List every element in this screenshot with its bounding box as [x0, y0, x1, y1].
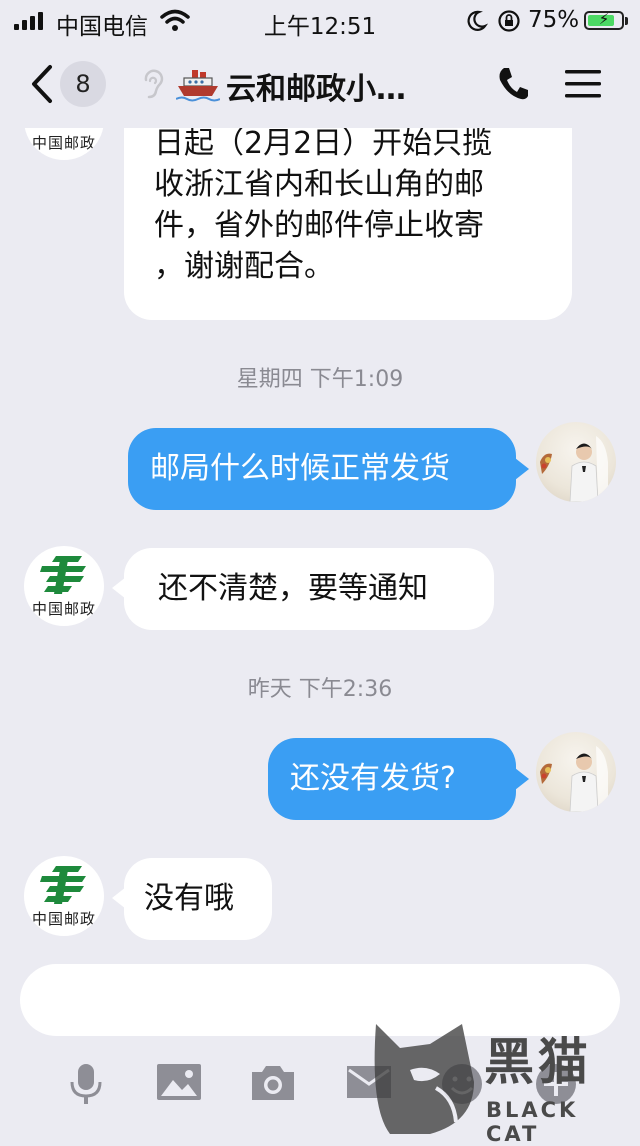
china-post-avatar[interactable]: 中国邮政 [24, 128, 104, 160]
timestamp: 星期四 下午1:09 [236, 367, 404, 392]
image-icon[interactable] [156, 1062, 202, 1102]
ship-icon [176, 70, 220, 102]
message-list[interactable]: 中国邮政 通知，现受疫情影响，明 日起（2月2日）开始只揽 收浙江省内和长山角的… [0, 128, 640, 944]
battery-percent: 75% [528, 7, 580, 33]
ear-icon [144, 69, 164, 99]
message-bubble-outgoing[interactable]: 还没有发货? [268, 738, 516, 820]
unread-badge[interactable]: 8 [60, 61, 106, 107]
china-post-avatar[interactable]: 中国邮政 [24, 856, 104, 936]
china-post-logo-icon [40, 556, 86, 594]
message-text: 邮局什么时候正常发货 [150, 451, 450, 486]
message-bubble-incoming[interactable]: 没有哦 [124, 858, 272, 940]
status-bar: 中国电信 上午12:51 75% ⚡ [0, 0, 640, 42]
avatar-label: 中国邮政 [32, 910, 97, 928]
avatar-label: 中国邮政 [32, 600, 97, 618]
timestamp: 昨天 下午2:36 [247, 677, 393, 702]
message-text: 日起（2月2日）开始只揽 收浙江省内和长山角的邮 件，省外的邮件停止收寄 ，谢谢… [154, 128, 493, 284]
china-post-logo-icon [40, 866, 86, 904]
message-bubble-incoming[interactable]: 还不清楚，要等通知 [124, 548, 494, 630]
microphone-icon[interactable] [68, 1062, 104, 1106]
user-avatar[interactable] [536, 422, 616, 502]
phone-icon[interactable] [496, 66, 530, 102]
china-post-avatar[interactable]: 中国邮政 [24, 546, 104, 626]
message-bubble-outgoing[interactable]: 邮局什么时候正常发货 [128, 428, 516, 510]
chat-header: 8 云和邮政小… [0, 42, 640, 128]
watermark-title: 黑猫 [484, 1033, 592, 1091]
camera-icon[interactable] [250, 1062, 296, 1102]
message-text: 还不清楚，要等通知 [158, 571, 428, 606]
message-text: 还没有发货? [290, 761, 456, 796]
watermark-subtitle: BLACK CAT [486, 1098, 579, 1146]
back-chevron-icon[interactable] [30, 64, 54, 104]
chat-title[interactable]: 云和邮政小… [226, 64, 406, 108]
user-avatar[interactable] [536, 732, 616, 812]
message-bubble-incoming[interactable]: 通知，现受疫情影响，明 日起（2月2日）开始只揽 收浙江省内和长山角的邮 件，省… [124, 128, 572, 320]
message-text: 没有哦 [144, 881, 234, 916]
battery-icon: ⚡ [584, 10, 624, 30]
menu-icon[interactable] [564, 68, 602, 100]
avatar-label: 中国邮政 [32, 134, 97, 152]
moon-lock-icons [467, 10, 520, 32]
